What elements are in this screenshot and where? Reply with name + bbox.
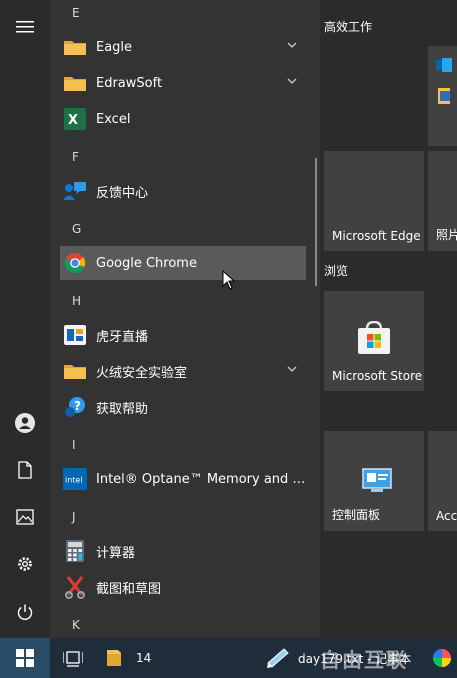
- app-item-label: 获取帮助: [96, 401, 149, 417]
- start-rail: [0, 0, 50, 638]
- app-item-feedback-hub[interactable]: 反馈中心: [60, 174, 306, 208]
- app-item-intel-optane[interactable]: intel Intel® Optane™ Memory and Stor...: [60, 462, 306, 496]
- app-item-google-chrome[interactable]: Google Chrome: [60, 246, 306, 280]
- app-item-label: 火绒安全实验室: [96, 365, 188, 381]
- tile-label: Microsoft Store: [332, 369, 423, 383]
- feedback-hub-icon: [63, 179, 87, 203]
- chrome-icon: [63, 251, 87, 275]
- svg-text:?: ?: [74, 399, 81, 413]
- taskbar-item-label: 14: [136, 651, 152, 665]
- app-list: E Eagle EdrawSoft X Excel F 反馈中心 G Googl…: [50, 0, 320, 638]
- app-item-label: 计算器: [96, 545, 136, 561]
- app-item-label: EdrawSoft: [96, 75, 163, 91]
- outlook-icon: [436, 58, 452, 72]
- app-item-label: 虎牙直播: [96, 329, 149, 345]
- tile-group-title-browse[interactable]: 浏览: [324, 262, 348, 279]
- snip-sketch-icon: [63, 575, 87, 599]
- get-help-icon: ?: [63, 395, 87, 419]
- taskbar-notepad[interactable]: day179.txt - 记事本: [266, 638, 416, 678]
- tile-control-panel[interactable]: 控制面板: [324, 431, 424, 531]
- tile-label: Microsoft Edge: [332, 229, 421, 243]
- color-wheel-icon: [433, 649, 451, 667]
- app-item-label: Google Chrome: [96, 255, 197, 271]
- taskbar-item-label: day179.txt - 记事本: [298, 651, 412, 666]
- tile-microsoft-store[interactable]: Microsoft Store: [324, 291, 424, 391]
- folder-icon: [63, 35, 87, 59]
- app-item-label: Intel® Optane™ Memory and Stor...: [96, 471, 306, 487]
- power-button[interactable]: [0, 589, 50, 635]
- folder-icon: [63, 71, 87, 95]
- task-view-button[interactable]: [56, 638, 90, 678]
- app-item-label: Eagle: [96, 39, 133, 55]
- svg-text:intel: intel: [65, 476, 83, 485]
- mouse-cursor-icon: [222, 270, 236, 290]
- user-icon: [15, 413, 35, 433]
- app-item-label: 截图和草图: [96, 581, 162, 597]
- tile-accessories[interactable]: Acc: [428, 431, 457, 531]
- section-letter-j[interactable]: J: [72, 510, 76, 524]
- app-item-calculator[interactable]: 计算器: [60, 534, 306, 568]
- taskbar: 14 day179.txt - 记事本 自由互联: [0, 638, 457, 678]
- notepad-icon: [267, 648, 289, 668]
- app-item-snip-sketch[interactable]: 截图和草图: [60, 570, 306, 604]
- app-item-label: Excel: [96, 111, 131, 127]
- tile-group-title-productivity[interactable]: 高效工作: [324, 18, 372, 35]
- tile-office-apps[interactable]: [428, 46, 457, 146]
- excel-icon: X: [63, 107, 87, 131]
- section-letter-f[interactable]: F: [72, 150, 79, 164]
- app-item-get-help[interactable]: ? 获取帮助: [60, 390, 306, 424]
- section-letter-e[interactable]: E: [72, 6, 80, 20]
- app-item-edrawsoft[interactable]: EdrawSoft: [60, 66, 306, 100]
- control-panel-icon: [362, 468, 392, 492]
- app-item-excel[interactable]: X Excel: [60, 102, 306, 136]
- svg-text:X: X: [68, 113, 78, 128]
- documents-button[interactable]: [0, 447, 50, 493]
- store-icon: [358, 321, 390, 354]
- calculator-icon: [63, 539, 87, 563]
- app-item-huya[interactable]: 虎牙直播: [60, 318, 306, 352]
- hamburger-icon: [16, 21, 34, 33]
- huya-icon: [63, 323, 87, 347]
- chevron-down-icon[interactable]: [286, 39, 298, 51]
- tile-area: 高效工作 Microsoft Edge 照片 浏览 Microsoft Stor…: [320, 0, 457, 638]
- app-list-scrollbar[interactable]: [315, 158, 317, 286]
- tile-label: 照片: [436, 228, 457, 242]
- power-icon: [17, 604, 33, 620]
- hamburger-menu-button[interactable]: [0, 4, 50, 50]
- taskbar-colorful-app[interactable]: [428, 638, 456, 678]
- tile-label: 控制面板: [332, 508, 381, 522]
- section-letter-h[interactable]: H: [72, 294, 81, 308]
- tile-microsoft-edge[interactable]: Microsoft Edge: [324, 151, 424, 251]
- file-explorer-icon: [438, 88, 450, 104]
- windows-logo-icon: [16, 649, 34, 667]
- folder-icon: [107, 650, 121, 666]
- intel-icon: intel: [63, 467, 87, 491]
- app-item-huorong[interactable]: 火绒安全实验室: [60, 354, 306, 388]
- start-button[interactable]: [0, 638, 50, 678]
- folder-icon: [63, 359, 87, 383]
- picture-icon: [16, 509, 34, 525]
- app-item-eagle[interactable]: Eagle: [60, 30, 306, 64]
- taskbar-file-explorer[interactable]: 14: [106, 638, 166, 678]
- app-item-label: 反馈中心: [96, 185, 149, 201]
- document-icon: [18, 461, 32, 479]
- task-view-icon: [63, 651, 83, 667]
- tile-label: Acc: [436, 509, 457, 523]
- settings-button[interactable]: [0, 541, 50, 587]
- chevron-down-icon[interactable]: [286, 363, 298, 375]
- pictures-button[interactable]: [0, 494, 50, 540]
- user-account-button[interactable]: [0, 400, 50, 446]
- section-letter-g[interactable]: G: [72, 222, 81, 236]
- chevron-down-icon[interactable]: [286, 75, 298, 87]
- tile-photos[interactable]: 照片: [428, 151, 457, 251]
- section-letter-k[interactable]: K: [72, 618, 80, 632]
- gear-icon: [18, 557, 32, 571]
- section-letter-i[interactable]: I: [72, 438, 76, 452]
